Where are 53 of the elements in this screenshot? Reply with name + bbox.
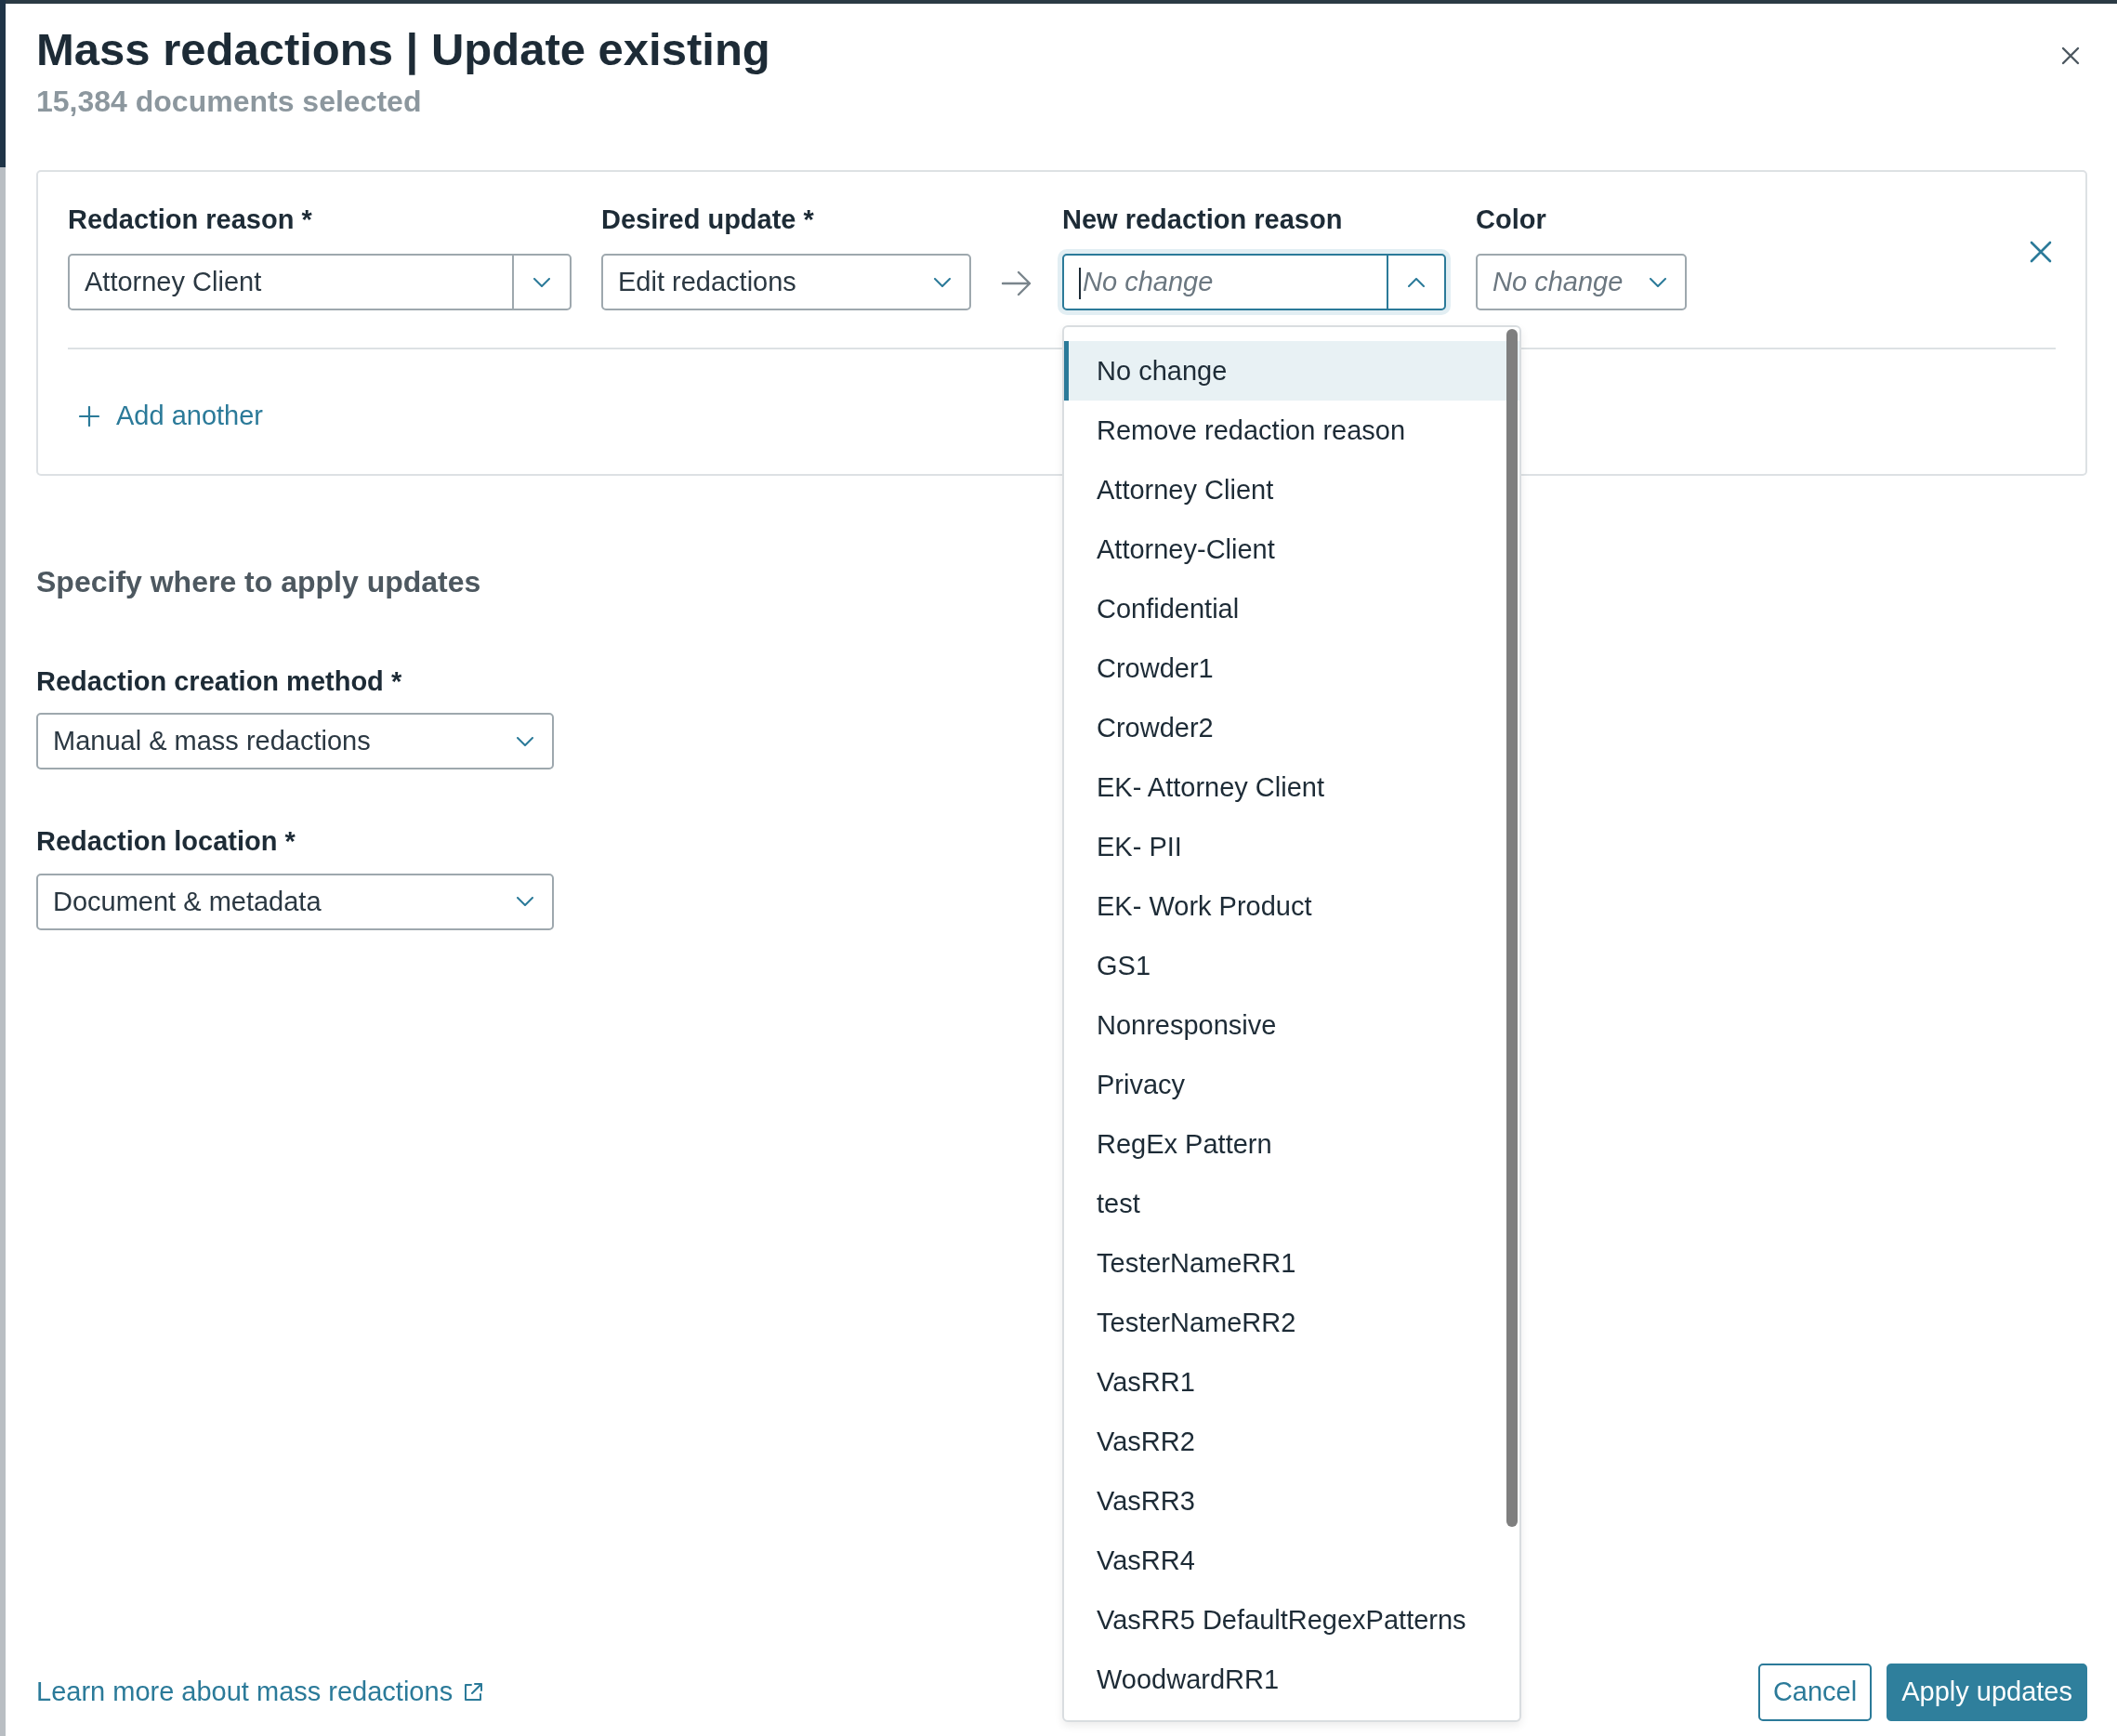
select-field[interactable]: No change — [1476, 254, 1687, 311]
select-field[interactable]: Manual & mass redactions — [36, 713, 554, 770]
arrow-right-icon — [1001, 270, 1032, 298]
dropdown-option[interactable]: VasRR4 — [1064, 1531, 1519, 1591]
chevron-down-icon — [517, 897, 533, 907]
select-field[interactable]: Document & metadata — [36, 873, 554, 930]
dropdown-option[interactable]: RegEx Pattern — [1064, 1114, 1519, 1175]
dropdown-option[interactable]: Crowder1 — [1064, 638, 1519, 699]
help-link[interactable]: Learn more about mass redactions — [36, 1672, 485, 1713]
add-another-button[interactable]: Add another — [68, 392, 274, 441]
dropdown-option[interactable]: Nonresponsive — [1064, 995, 1519, 1056]
external-link-icon — [462, 1681, 485, 1703]
select-field[interactable]: Edit redactions — [601, 254, 971, 311]
select-field[interactable]: Attorney Client — [68, 254, 572, 311]
close-icon — [2030, 240, 2052, 263]
field-label: Redaction location * — [36, 825, 296, 859]
selection-count: 15,384 documents selected — [36, 83, 423, 120]
dropdown-option[interactable]: Privacy — [1064, 1055, 1519, 1115]
plus-icon — [79, 406, 99, 427]
chevron-up-icon — [1408, 277, 1425, 287]
section-heading: Specify where to apply updates — [36, 563, 481, 600]
dialog-title: Mass redactions | Update existing — [36, 23, 770, 77]
field-label: Desired update * — [601, 203, 814, 236]
chevron-down-icon — [517, 736, 533, 746]
dropdown-option[interactable]: VasRR1 — [1064, 1352, 1519, 1413]
chevron-down-icon — [533, 277, 550, 287]
close-icon — [2061, 46, 2080, 65]
chevron-down-icon — [934, 277, 951, 287]
apply-button[interactable]: Apply updates — [1887, 1664, 2087, 1721]
dropdown-option[interactable]: VasRR5 DefaultRegexPatterns — [1064, 1590, 1519, 1651]
chevron-down-icon — [1650, 277, 1666, 287]
dropdown-option[interactable]: EK- Attorney Client — [1064, 757, 1519, 818]
field-label: Redaction reason * — [68, 203, 312, 236]
dropdown-option[interactable]: VasRR2 — [1064, 1412, 1519, 1472]
dropdown-option[interactable]: VasRR3 — [1064, 1471, 1519, 1532]
field-label: Redaction creation method * — [36, 664, 402, 698]
dropdown-option[interactable]: Remove redaction reason — [1064, 401, 1519, 461]
dropdown-option[interactable]: Confidential — [1064, 579, 1519, 639]
text-cursor — [1079, 268, 1081, 300]
cancel-button[interactable]: Cancel — [1757, 1664, 1873, 1721]
dropdown-option[interactable]: Attorney-Client — [1064, 519, 1519, 580]
dropdown-option[interactable]: GS1 — [1064, 936, 1519, 996]
dropdown-option[interactable]: EK- Work Product — [1064, 876, 1519, 937]
dropdown-option[interactable]: No change — [1064, 341, 1519, 401]
dropdown-option[interactable]: EK- PII — [1064, 817, 1519, 877]
dropdown-option[interactable]: TesterNameRR1 — [1064, 1233, 1519, 1294]
dropdown-option[interactable]: TesterNameRR2 — [1064, 1293, 1519, 1353]
dropdown-option[interactable]: Attorney Client — [1064, 460, 1519, 520]
field-label: Color — [1476, 203, 1546, 236]
dropdown-option[interactable]: Crowder2 — [1064, 698, 1519, 758]
dropdown-option[interactable]: test — [1064, 1174, 1519, 1234]
field-label: New redaction reason — [1062, 203, 1343, 236]
dropdown-option[interactable]: WoodwardRR1 — [1064, 1650, 1519, 1710]
